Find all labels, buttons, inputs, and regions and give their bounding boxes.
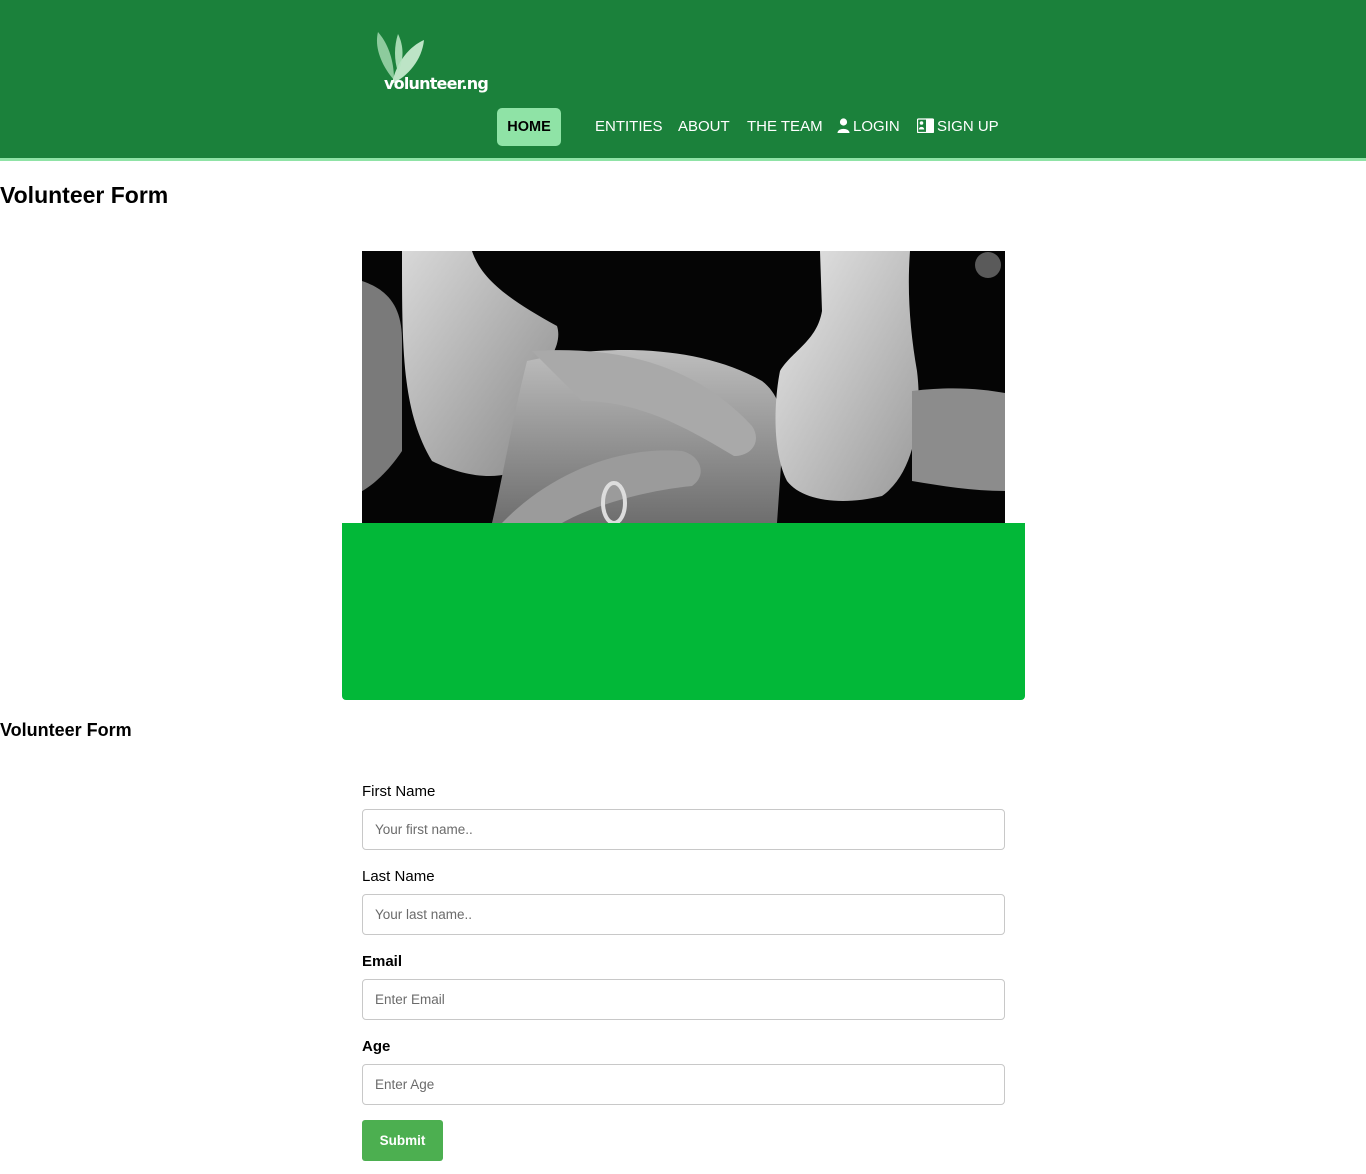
submit-button[interactable]: Submit bbox=[362, 1120, 443, 1161]
section-title: Volunteer Form bbox=[0, 720, 132, 740]
first-name-input[interactable] bbox=[362, 809, 1005, 850]
hero-image bbox=[362, 251, 1005, 523]
last-name-label: Last Name bbox=[362, 868, 435, 885]
age-input[interactable] bbox=[362, 1064, 1005, 1105]
nav-the-team[interactable]: THE TEAM bbox=[747, 108, 823, 146]
first-name-label: First Name bbox=[362, 783, 436, 800]
nav-login[interactable]: LOGIN bbox=[837, 108, 900, 146]
logo[interactable]: volunteer.ng bbox=[372, 28, 489, 98]
user-icon bbox=[837, 117, 850, 133]
nav-login-label: LOGIN bbox=[853, 118, 900, 135]
last-name-input[interactable] bbox=[362, 894, 1005, 935]
nav-home[interactable]: HOME bbox=[497, 108, 561, 146]
page-title: Volunteer Form bbox=[0, 182, 169, 208]
nav-sign-up[interactable]: SIGN UP bbox=[917, 108, 999, 146]
hands-photo bbox=[362, 251, 1005, 523]
age-label: Age bbox=[362, 1038, 391, 1055]
email-label: Email bbox=[362, 953, 403, 970]
green-banner bbox=[342, 523, 1025, 700]
logo-text: volunteer.ng bbox=[384, 74, 489, 93]
nav-entities[interactable]: ENTITIES bbox=[595, 108, 663, 146]
sign-in-icon bbox=[917, 117, 934, 133]
email-input[interactable] bbox=[362, 979, 1005, 1020]
site-header: volunteer.ng HOME ENTITIES ABOUT THE TEA… bbox=[0, 0, 1366, 161]
nav-sign-up-label: SIGN UP bbox=[937, 118, 999, 135]
nav-about[interactable]: ABOUT bbox=[678, 108, 730, 146]
